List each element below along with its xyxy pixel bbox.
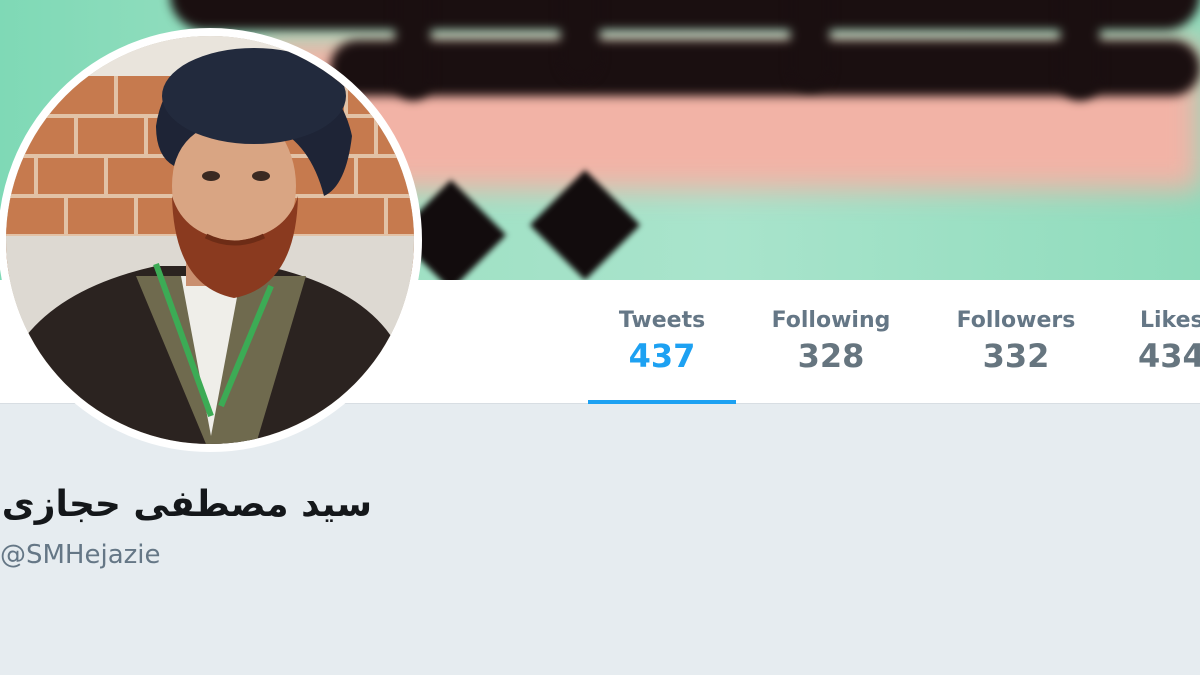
avatar-photo (6, 36, 414, 444)
profile-avatar[interactable] (0, 28, 422, 452)
likes-label: Likes (1140, 308, 1200, 333)
following-count: 328 (797, 337, 865, 375)
profile-display-name: سید مصطفی حجازی (1, 484, 372, 525)
likes-count: 434 (1138, 337, 1200, 375)
tweets-label: Tweets (618, 308, 706, 333)
following-label: Following (771, 308, 891, 333)
followers-label: Followers (956, 308, 1076, 333)
followers-count: 332 (982, 337, 1050, 375)
following-stat[interactable]: Following 328 (762, 280, 900, 404)
likes-stat[interactable]: Likes 434 (1134, 280, 1200, 404)
tweets-stat[interactable]: Tweets 437 (588, 280, 736, 404)
tweets-count: 437 (628, 337, 696, 375)
profile-handle[interactable]: @SMHejazie (0, 540, 161, 570)
followers-stat[interactable]: Followers 332 (948, 280, 1084, 404)
